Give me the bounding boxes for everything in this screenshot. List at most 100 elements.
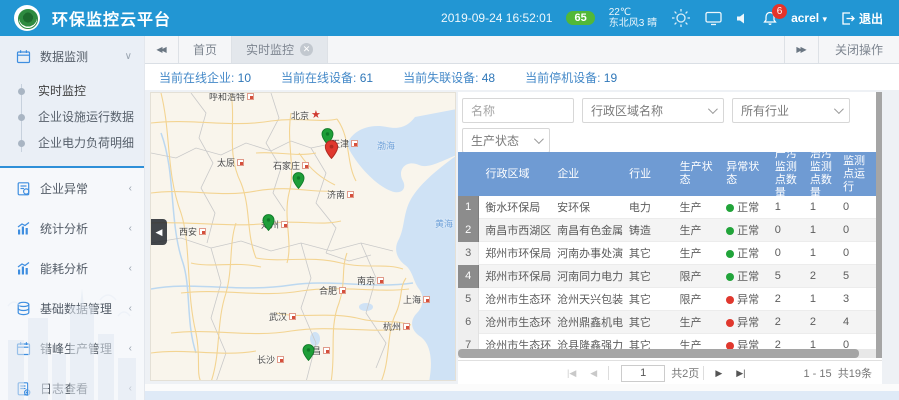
row-number: 1: [458, 196, 479, 219]
last-page-button[interactable]: ▶|: [729, 368, 752, 379]
cell-2: 电力: [623, 199, 674, 215]
stat-1: 当前在线设备: 61: [281, 69, 373, 86]
sidebar-item-label: 能耗分析: [40, 260, 88, 277]
cell-7: 3: [837, 293, 876, 305]
col-header-2[interactable]: 行业: [623, 168, 674, 181]
username-label: acrel: [791, 11, 819, 25]
vertical-scrollbar[interactable]: [876, 92, 882, 358]
map-panel[interactable]: 呼和浩特北京★天津渤海太原石家庄济南西安郑州黄海南京合肥上海武汉杭州长沙南昌 ◀: [150, 92, 456, 381]
cell-4: 正常: [720, 199, 769, 215]
cell-6: 1: [804, 224, 837, 236]
notification-count-badge[interactable]: 6: [772, 4, 787, 19]
sidebar-subitem-0-0[interactable]: 实时监控: [0, 78, 144, 104]
cell-4: 异常: [720, 291, 769, 307]
map-pin-green-3[interactable]: [262, 214, 275, 234]
tabs-scroll-left-icon[interactable]: ◀◀: [145, 36, 179, 63]
cell-5: 1: [769, 201, 804, 213]
chevron-down-icon: [834, 104, 844, 114]
prev-page-button[interactable]: ◀: [583, 368, 604, 379]
monitor-icon[interactable]: [705, 11, 722, 26]
tabs-scroll-right-icon[interactable]: ▶▶: [784, 36, 818, 63]
map-label-12: 上海: [403, 293, 430, 306]
row-number: 5: [458, 288, 479, 311]
region-select-value: 行政区域名称: [591, 102, 663, 119]
speaker-icon[interactable]: [736, 12, 749, 25]
table-row-3[interactable]: 3郑州市环保局河南办事处演示其它生产正常010: [458, 242, 876, 265]
tab-close-icon[interactable]: ✕: [300, 43, 313, 56]
map-pin-red-1[interactable]: [324, 140, 339, 162]
table-row-5[interactable]: 5沧州市生态环保局沧州天兴包装制品其它限产异常213: [458, 288, 876, 311]
next-page-button[interactable]: ▶: [708, 368, 729, 379]
col-header-4[interactable]: 异常状态: [720, 161, 769, 187]
page-number-input[interactable]: [621, 365, 665, 382]
sidebar-subitem-0-2[interactable]: 企业电力负荷明细: [0, 130, 144, 156]
close-operations-menu[interactable]: 关闭操作: [818, 36, 899, 63]
tab-bar: ◀◀ 首页 实时监控 ✕ ▶▶ 关闭操作: [145, 36, 899, 64]
cell-0: 沧州市生态环保局: [479, 314, 551, 330]
sidebar-item-5[interactable]: 错峰生产管理‹: [0, 328, 144, 368]
sidebar-item-label: 数据监测: [40, 48, 88, 65]
tab-0[interactable]: 首页: [179, 36, 232, 63]
cell-7: 0: [837, 201, 876, 213]
content-area: 呼和浩特北京★天津渤海太原石家庄济南西安郑州黄海南京合肥上海武汉杭州长沙南昌 ◀…: [145, 90, 899, 400]
sidebar-nav: 数据监测∨实时监控企业设施运行数据企业电力负荷明细企业异常‹统计分析‹ 能耗分析 ‹…: [0, 36, 145, 400]
sidebar-subitem-0-1[interactable]: 企业设施运行数据: [0, 104, 144, 130]
cell-4: 正常: [720, 245, 769, 261]
industry-select[interactable]: 所有行业: [732, 98, 850, 123]
table-row-4[interactable]: 4郑州市环保局河南同力电力设备其它限产正常525: [458, 265, 876, 288]
sidebar-item-0[interactable]: 数据监测∨: [0, 36, 144, 76]
stat-3: 当前停机设备: 19: [525, 69, 617, 86]
main-area: ◀◀ 首页实时监控✕ ▶▶ 关闭操作 当前在线企业: 10当前在线设备: 61当…: [145, 36, 899, 400]
cell-1: 河南同力电力设备: [551, 268, 623, 284]
chevron-left-icon: ‹: [129, 263, 132, 274]
horizontal-scrollbar[interactable]: [458, 349, 876, 358]
table-row-2[interactable]: 2南昌市西湖区环保局南昌有色金属有限铸造生产正常010: [458, 219, 876, 242]
cell-2: 其它: [623, 245, 674, 261]
status-alert-dot: [726, 296, 734, 304]
status-ok-dot: [726, 227, 734, 235]
temperature-label: 22℃: [609, 7, 631, 18]
table-row-6[interactable]: 6沧州市生态环保局沧州鼎鑫机电设备其它生产异常224: [458, 311, 876, 334]
map-label-4: 太原: [217, 156, 244, 169]
cell-6: 2: [804, 316, 837, 328]
col-header-7[interactable]: 监测点运行: [837, 155, 876, 194]
cell-2: 其它: [623, 291, 674, 307]
col-header-1[interactable]: 企业: [551, 168, 623, 181]
col-header-0[interactable]: 行政区域: [480, 168, 552, 181]
sidebar-item-2[interactable]: 统计分析‹: [0, 208, 144, 248]
map-pin-green-4[interactable]: [302, 344, 315, 364]
sidebar-item-3[interactable]: 能耗分析 ‹: [0, 248, 144, 288]
first-page-button[interactable]: |◀: [560, 368, 583, 379]
col-header-5[interactable]: 产污监测点数量: [769, 152, 804, 200]
cell-6: 1: [804, 201, 837, 213]
production-status-select[interactable]: 生产状态: [462, 128, 550, 153]
map-label-5: 石家庄: [273, 159, 309, 172]
col-header-6[interactable]: 治污监测点数量: [804, 152, 837, 200]
capital-star-icon: ★: [311, 111, 321, 120]
logout-button[interactable]: 退出: [841, 10, 883, 27]
tab-label: 首页: [193, 41, 217, 58]
region-select[interactable]: 行政区域名称: [582, 98, 724, 123]
app-logo: [14, 5, 40, 31]
notifications-bell[interactable]: 6: [763, 11, 777, 26]
chevron-left-icon: ‹: [129, 383, 132, 394]
cell-4: 正常: [720, 222, 769, 238]
cell-3: 限产: [673, 291, 720, 307]
city-marker-icon: [347, 191, 354, 198]
chevron-left-icon: ‹: [129, 183, 132, 194]
col-header-3[interactable]: 生产状态: [674, 161, 721, 187]
user-menu[interactable]: acrel ▾: [791, 11, 827, 25]
chevron-down-icon: [534, 134, 544, 144]
cell-6: 1: [804, 247, 837, 259]
sidebar-item-1[interactable]: 企业异常‹: [0, 168, 144, 208]
map-pin-green-2[interactable]: [292, 172, 305, 192]
cell-1: 沧州鼎鑫机电设备: [551, 314, 623, 330]
city-marker-icon: [423, 296, 430, 303]
tab-1[interactable]: 实时监控 ✕: [232, 36, 328, 63]
sidebar-item-6[interactable]: 日志查看‹: [0, 368, 144, 400]
sidebar-item-4[interactable]: 基础数据管理‹: [0, 288, 144, 328]
name-search-input[interactable]: [462, 98, 574, 123]
map-label-15: 长沙: [257, 353, 284, 366]
map-collapse-button[interactable]: ◀: [151, 219, 167, 245]
tab-label: 实时监控: [246, 41, 294, 58]
